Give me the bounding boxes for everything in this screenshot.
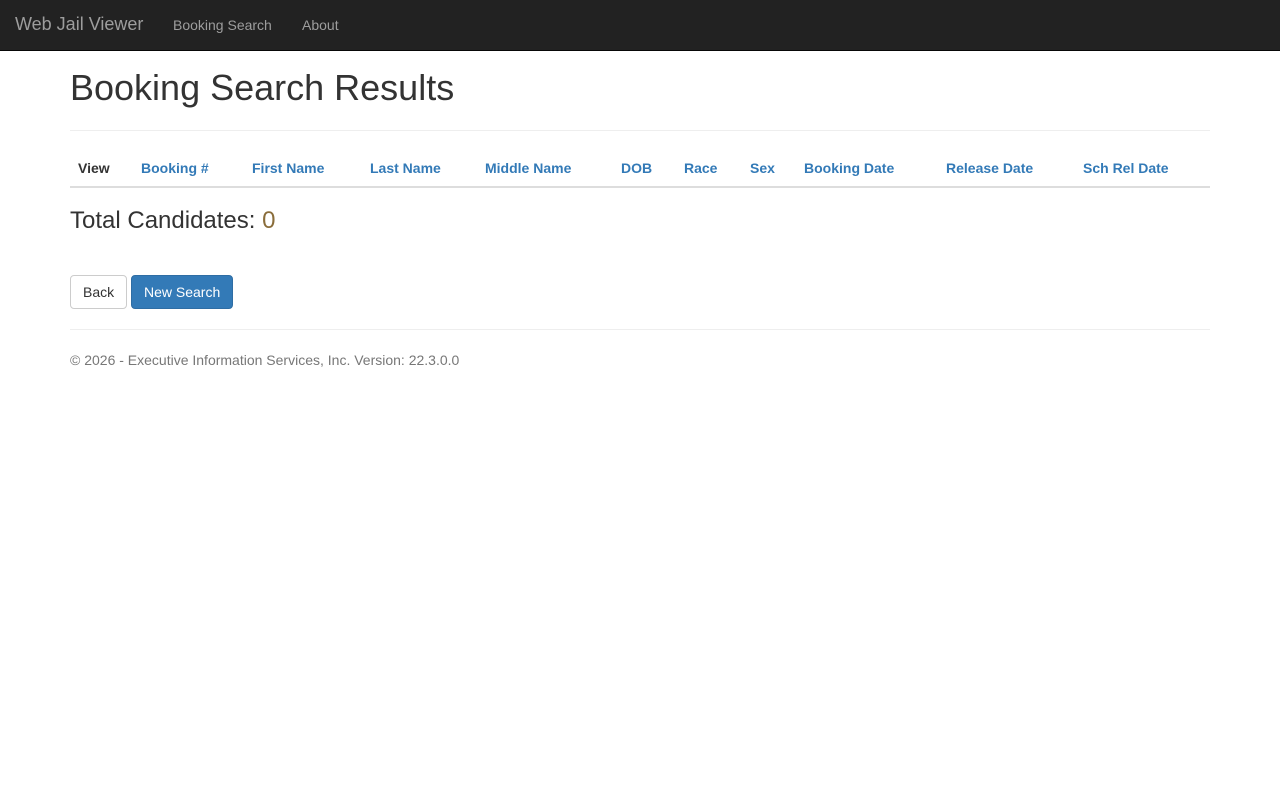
column-header-sch-rel-date[interactable]: Sch Rel Date xyxy=(1083,160,1169,176)
footer-text: © 2026 - Executive Information Services,… xyxy=(70,352,460,368)
column-header-race[interactable]: Race xyxy=(684,160,717,176)
column-header-sex[interactable]: Sex xyxy=(750,160,775,176)
results-table-header: View Booking # First Name Last Name Midd… xyxy=(70,150,1210,188)
top-navbar: Web Jail Viewer Booking Search About xyxy=(0,0,1280,51)
footer-divider xyxy=(70,329,1210,330)
nav-about[interactable]: About xyxy=(302,17,339,33)
total-candidates-count: 0 xyxy=(262,207,276,234)
page-title: Booking Search Results xyxy=(70,67,455,108)
column-header-view: View xyxy=(78,160,110,176)
total-candidates: Total Candidates: 0 xyxy=(70,207,275,235)
brand-link[interactable]: Web Jail Viewer xyxy=(15,14,143,35)
column-header-middle-name[interactable]: Middle Name xyxy=(485,160,571,176)
column-header-last-name[interactable]: Last Name xyxy=(370,160,441,176)
column-header-booking-date[interactable]: Booking Date xyxy=(804,160,894,176)
column-header-dob[interactable]: DOB xyxy=(621,160,652,176)
nav-booking-search[interactable]: Booking Search xyxy=(173,17,272,33)
total-candidates-label: Total Candidates: xyxy=(70,207,256,234)
column-header-release-date[interactable]: Release Date xyxy=(946,160,1033,176)
column-header-first-name[interactable]: First Name xyxy=(252,160,324,176)
divider xyxy=(70,130,1210,131)
column-header-booking-number[interactable]: Booking # xyxy=(141,160,209,176)
new-search-button[interactable]: New Search xyxy=(131,275,233,309)
back-button[interactable]: Back xyxy=(70,275,127,309)
